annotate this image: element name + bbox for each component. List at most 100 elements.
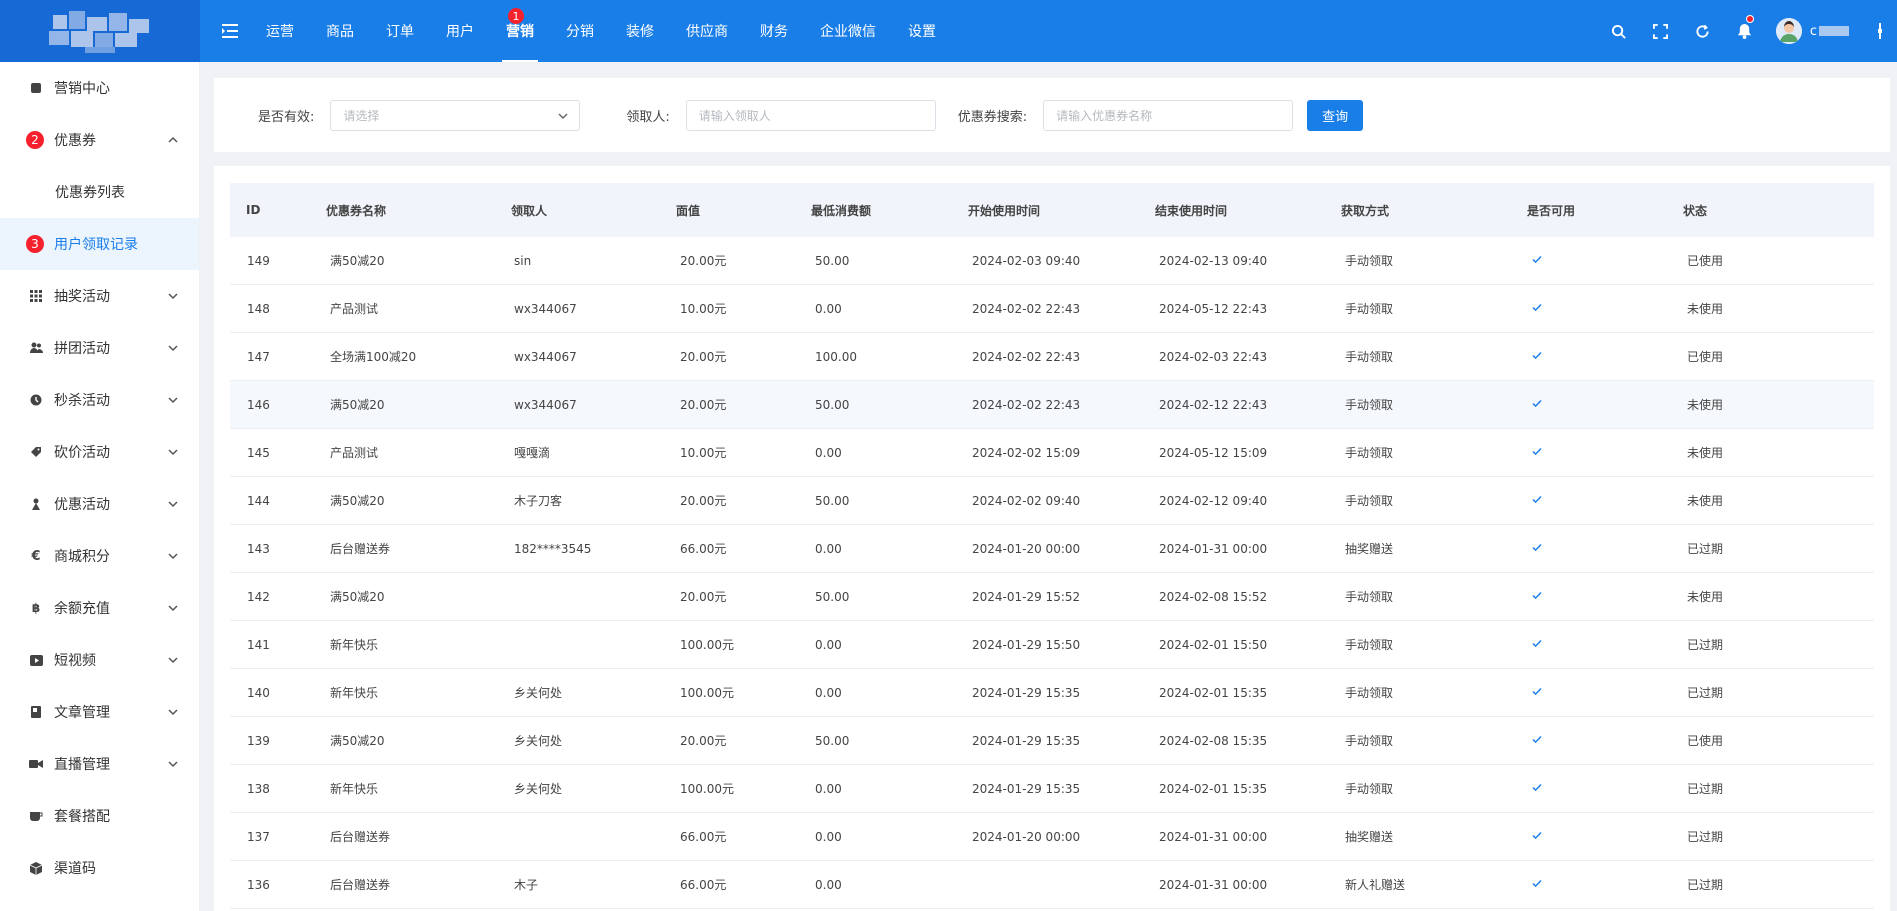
col-name[interactable]: 优惠券名称 [310,202,495,219]
table-row[interactable]: 148 产品测试 wx344067 10.00元 0.00 2024-02-02 22:4… [230,285,1874,333]
table-row[interactable]: 145 产品测试 嘎嘎滴 10.00元 0.00 2024-02-02 15:09 2024… [230,429,1874,477]
sidebar-item-marketing-center[interactable]: 营销中心 [0,62,199,114]
chevron-down-icon [168,345,178,352]
table-row[interactable]: 147 全场满100减20 wx344067 20.00元 100.00 2024-02-… [230,333,1874,381]
cell-name: 满50减20 [330,254,385,268]
bell-icon[interactable] [1724,0,1766,62]
table-row[interactable]: 142 满50减20 20.00元 50.00 2024-01-29 15:52 2024… [230,573,1874,621]
search-icon[interactable] [1598,0,1640,62]
receiver-input[interactable]: 请输入领取人 [685,99,936,131]
table-row[interactable]: 137 后台赠送券 66.00元 0.00 2024-01-20 00:00 2024-0… [230,813,1874,861]
table-row[interactable]: 141 新年快乐 100.00元 0.00 2024-01-29 15:50 2024-0… [230,621,1874,669]
col-end[interactable]: 结束使用时间 [1139,202,1325,219]
cell-available [1511,685,1667,700]
nav-yunying[interactable]: 运营 [250,0,310,62]
refresh-icon[interactable] [1682,0,1724,62]
col-value[interactable]: 面值 [660,202,795,219]
cell-start: 2024-01-29 15:35 [972,733,1081,748]
cell-end: 2024-02-08 15:52 [1159,589,1268,604]
sidebar-item-promotion[interactable]: 优惠活动 [0,478,199,530]
table-row[interactable]: 139 满50减20 乡关何处 20.00元 50.00 2024-01-29 15:35… [230,717,1874,765]
col-method[interactable]: 获取方式 [1325,202,1511,219]
sidebar-item-points[interactable]: € 商城积分 [0,530,199,582]
sidebar-item-lottery[interactable]: 抽奖活动 [0,270,199,322]
nav-shezhi[interactable]: 设置 [892,0,952,62]
sidebar-item-user-claim-records[interactable]: 3 用户领取记录 [0,218,199,270]
fullscreen-icon[interactable] [1640,0,1682,62]
col-available[interactable]: 是否可用 [1511,202,1667,219]
nav-yonghu[interactable]: 用户 [430,0,490,62]
col-user[interactable]: 领取人 [495,202,660,219]
sidebar-item-label: 商城积分 [54,549,110,565]
check-icon [1532,783,1542,792]
sidebar-item-short-video[interactable]: 短视频 [0,634,199,686]
cell-available [1511,877,1667,892]
col-id[interactable]: ID [230,203,310,217]
table-row[interactable]: 140 新年快乐 乡关何处 100.00元 0.00 2024-01-29 15:35 20… [230,669,1874,717]
cell-available [1511,637,1667,652]
sidebar-item-coupon[interactable]: 2 优惠券 [0,114,199,166]
valid-select-placeholder: 请选择 [343,108,380,123]
sidebar-item-channel-code[interactable]: 渠道码 [0,842,199,894]
check-icon [1532,351,1542,360]
nav-dingdan[interactable]: 订单 [370,0,430,62]
cell-end: 2024-01-31 00:00 [1159,541,1268,556]
nav-zhuangxiu[interactable]: 装修 [610,0,670,62]
nav-caiwu[interactable]: 财务 [744,0,804,62]
table-row[interactable]: 149 满50减20 sin 20.00元 50.00 2024-02-03 09:40 2… [230,237,1874,285]
more-icon[interactable] [1873,23,1887,39]
cell-status: 未使用 [1687,302,1724,316]
cell-method: 抽奖赠送 [1345,542,1394,556]
cell-method: 手动领取 [1345,398,1394,412]
cell-name: 后台赠送券 [330,878,391,892]
cell-min: 50.00 [815,493,850,508]
col-status[interactable]: 状态 [1667,202,1874,219]
cell-method: 手动领取 [1345,590,1394,604]
query-button[interactable]: 查询 [1307,99,1364,131]
col-start[interactable]: 开始使用时间 [952,202,1139,219]
sidebar-item-articles[interactable]: 文章管理 [0,686,199,738]
cell-start: 2024-02-02 09:40 [972,493,1081,508]
check-icon [1532,591,1542,600]
cell-method: 手动领取 [1345,638,1394,652]
cell-name: 满50减20 [330,398,385,412]
top-header: 运营 商品 订单 用户 1 营销 分销 装修 供应商 财务 企业微信 设置 c [0,0,1897,62]
sidebar-item-coupon-list[interactable]: 优惠券列表 [0,166,199,218]
sidebar-item-flash-sale[interactable]: 秒杀活动 [0,374,199,426]
nav-qiyeweixin[interactable]: 企业微信 [804,0,892,62]
valid-select[interactable]: 请选择 [330,99,581,131]
user-menu[interactable]: c [1775,18,1849,44]
nav-gongyingshang[interactable]: 供应商 [670,0,744,62]
cell-start: 2024-01-29 15:35 [972,781,1081,796]
cell-start: 2024-01-20 00:00 [972,541,1081,556]
logo[interactable] [0,0,200,62]
nav-shangpin[interactable]: 商品 [310,0,370,62]
sidebar-item-group-buy[interactable]: 拼团活动 [0,322,199,374]
nav-fenxiao[interactable]: 分销 [550,0,610,62]
coupon-search-input[interactable]: 请输入优惠券名称 [1043,99,1294,131]
cell-end: 2024-02-01 15:35 [1159,781,1268,796]
table-row[interactable]: 143 后台赠送券 182****3545 66.00元 0.00 2024-01-20 … [230,525,1874,573]
cell-available [1511,541,1667,556]
cell-id: 147 [247,349,270,364]
cell-value: 100.00元 [680,638,734,652]
table-row[interactable]: 138 新年快乐 乡关何处 100.00元 0.00 2024-01-29 15:35 20… [230,765,1874,813]
table-row[interactable]: 136 后台赠送券 木子 66.00元 0.00 2024-01-31 00:00 新人礼赠… [230,861,1874,909]
cell-status: 已过期 [1687,878,1724,892]
cell-user: sin [514,253,532,268]
check-icon [1532,447,1542,456]
sidebar-item-live[interactable]: 直播管理 [0,738,199,790]
sidebar-item-bargain[interactable]: 砍价活动 [0,426,199,478]
chevron-up-icon [168,136,178,143]
cell-name: 产品测试 [330,302,379,316]
sidebar-item-recharge[interactable]: ฿ 余额充值 [0,582,199,634]
sidebar-item-label: 直播管理 [54,757,110,773]
sidebar-item-package[interactable]: 套餐搭配 [0,790,199,842]
table-row[interactable]: 146 满50减20 wx344067 20.00元 50.00 2024-02-02 2… [230,381,1874,429]
col-min[interactable]: 最低消费额 [795,202,952,219]
table-row[interactable]: 144 满50减20 木子刀客 20.00元 50.00 2024-02-02 09:40… [230,477,1874,525]
cell-name: 满50减20 [330,734,385,748]
nav-yingxiao[interactable]: 1 营销 [490,0,550,62]
menu-toggle-icon[interactable] [210,24,250,38]
cell-user: 木子 [514,878,539,892]
